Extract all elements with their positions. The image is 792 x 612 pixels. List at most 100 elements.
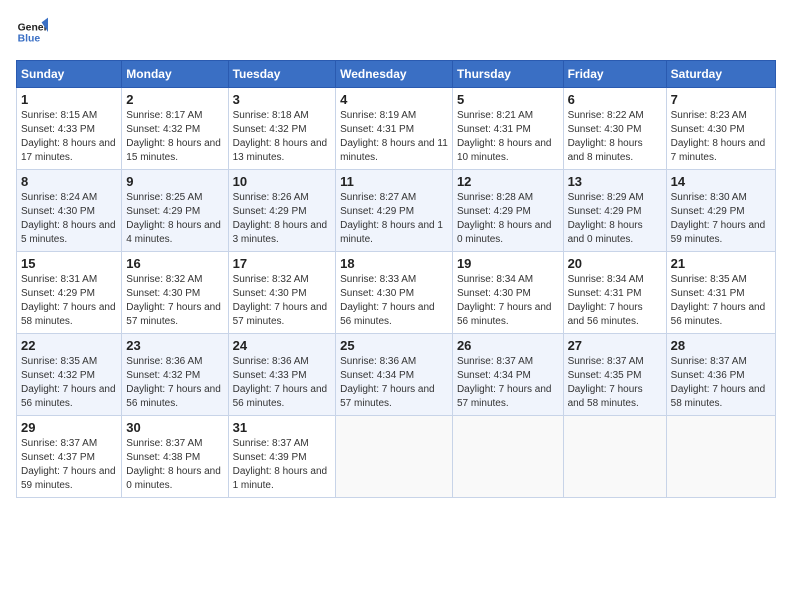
day-number: 1 xyxy=(21,92,117,107)
sunset-label: Sunset: 4:29 PM xyxy=(457,206,531,217)
day-number: 4 xyxy=(340,92,448,107)
day-info: Sunrise: 8:22 AM Sunset: 4:30 PM Dayligh… xyxy=(568,109,662,165)
calendar-cell: 28 Sunrise: 8:37 AM Sunset: 4:36 PM Dayl… xyxy=(666,334,775,416)
calendar-header: SundayMondayTuesdayWednesdayThursdayFrid… xyxy=(17,61,776,88)
calendar-body: 1 Sunrise: 8:15 AM Sunset: 4:33 PM Dayli… xyxy=(17,88,776,498)
day-number: 10 xyxy=(233,174,332,189)
day-info: Sunrise: 8:32 AM Sunset: 4:30 PM Dayligh… xyxy=(126,273,223,329)
calendar-cell: 19 Sunrise: 8:34 AM Sunset: 4:30 PM Dayl… xyxy=(452,252,563,334)
sunset-label: Sunset: 4:29 PM xyxy=(340,206,414,217)
sunset-label: Sunset: 4:37 PM xyxy=(21,452,95,463)
day-info: Sunrise: 8:27 AM Sunset: 4:29 PM Dayligh… xyxy=(340,191,448,247)
daylight-label: Daylight: 7 hours and 59 minutes. xyxy=(671,220,766,245)
sunset-label: Sunset: 4:31 PM xyxy=(568,288,642,299)
daylight-label: Daylight: 8 hours and 7 minutes. xyxy=(671,138,766,163)
sunrise-label: Sunrise: 8:29 AM xyxy=(568,192,644,203)
day-number: 15 xyxy=(21,256,117,271)
sunrise-label: Sunrise: 8:25 AM xyxy=(126,192,202,203)
sunrise-label: Sunrise: 8:32 AM xyxy=(126,274,202,285)
header-wednesday: Wednesday xyxy=(336,61,453,88)
sunset-label: Sunset: 4:29 PM xyxy=(233,206,307,217)
daylight-label: Daylight: 8 hours and 15 minutes. xyxy=(126,138,221,163)
sunrise-label: Sunrise: 8:37 AM xyxy=(568,356,644,367)
sunset-label: Sunset: 4:33 PM xyxy=(21,124,95,135)
day-number: 14 xyxy=(671,174,771,189)
calendar-cell: 4 Sunrise: 8:19 AM Sunset: 4:31 PM Dayli… xyxy=(336,88,453,170)
day-number: 17 xyxy=(233,256,332,271)
daylight-label: Daylight: 7 hours and 56 minutes. xyxy=(126,384,221,409)
sunset-label: Sunset: 4:30 PM xyxy=(126,288,200,299)
sunrise-label: Sunrise: 8:37 AM xyxy=(233,438,309,449)
sunrise-label: Sunrise: 8:32 AM xyxy=(233,274,309,285)
daylight-label: Daylight: 8 hours and 5 minutes. xyxy=(21,220,116,245)
daylight-label: Daylight: 7 hours and 57 minutes. xyxy=(457,384,552,409)
day-info: Sunrise: 8:36 AM Sunset: 4:33 PM Dayligh… xyxy=(233,355,332,411)
sunrise-label: Sunrise: 8:28 AM xyxy=(457,192,533,203)
calendar-week-5: 29 Sunrise: 8:37 AM Sunset: 4:37 PM Dayl… xyxy=(17,416,776,498)
calendar-cell: 29 Sunrise: 8:37 AM Sunset: 4:37 PM Dayl… xyxy=(17,416,122,498)
day-info: Sunrise: 8:34 AM Sunset: 4:30 PM Dayligh… xyxy=(457,273,559,329)
calendar-table: SundayMondayTuesdayWednesdayThursdayFrid… xyxy=(16,60,776,498)
sunset-label: Sunset: 4:35 PM xyxy=(568,370,642,381)
sunrise-label: Sunrise: 8:27 AM xyxy=(340,192,416,203)
daylight-label: Daylight: 8 hours and 0 minutes. xyxy=(457,220,552,245)
day-number: 16 xyxy=(126,256,223,271)
header-row: SundayMondayTuesdayWednesdayThursdayFrid… xyxy=(17,61,776,88)
calendar-cell: 8 Sunrise: 8:24 AM Sunset: 4:30 PM Dayli… xyxy=(17,170,122,252)
day-number: 2 xyxy=(126,92,223,107)
daylight-label: Daylight: 8 hours and 3 minutes. xyxy=(233,220,328,245)
daylight-label: Daylight: 7 hours and 56 minutes. xyxy=(671,302,766,327)
calendar-cell: 26 Sunrise: 8:37 AM Sunset: 4:34 PM Dayl… xyxy=(452,334,563,416)
day-info: Sunrise: 8:35 AM Sunset: 4:31 PM Dayligh… xyxy=(671,273,771,329)
daylight-label: Daylight: 7 hours and 56 minutes. xyxy=(568,302,643,327)
logo: General Blue xyxy=(16,16,48,48)
sunrise-label: Sunrise: 8:21 AM xyxy=(457,110,533,121)
calendar-cell xyxy=(336,416,453,498)
calendar-cell xyxy=(563,416,666,498)
sunset-label: Sunset: 4:30 PM xyxy=(340,288,414,299)
calendar-cell: 1 Sunrise: 8:15 AM Sunset: 4:33 PM Dayli… xyxy=(17,88,122,170)
calendar-cell: 14 Sunrise: 8:30 AM Sunset: 4:29 PM Dayl… xyxy=(666,170,775,252)
sunset-label: Sunset: 4:29 PM xyxy=(126,206,200,217)
sunset-label: Sunset: 4:30 PM xyxy=(568,124,642,135)
sunset-label: Sunset: 4:30 PM xyxy=(233,288,307,299)
sunset-label: Sunset: 4:29 PM xyxy=(21,288,95,299)
sunrise-label: Sunrise: 8:36 AM xyxy=(233,356,309,367)
day-number: 25 xyxy=(340,338,448,353)
day-info: Sunrise: 8:30 AM Sunset: 4:29 PM Dayligh… xyxy=(671,191,771,247)
daylight-label: Daylight: 8 hours and 11 minutes. xyxy=(340,138,448,163)
day-number: 29 xyxy=(21,420,117,435)
sunset-label: Sunset: 4:38 PM xyxy=(126,452,200,463)
sunset-label: Sunset: 4:32 PM xyxy=(126,370,200,381)
calendar-cell: 25 Sunrise: 8:36 AM Sunset: 4:34 PM Dayl… xyxy=(336,334,453,416)
calendar-cell: 3 Sunrise: 8:18 AM Sunset: 4:32 PM Dayli… xyxy=(228,88,336,170)
calendar-cell: 5 Sunrise: 8:21 AM Sunset: 4:31 PM Dayli… xyxy=(452,88,563,170)
daylight-label: Daylight: 7 hours and 56 minutes. xyxy=(21,384,116,409)
calendar-cell: 12 Sunrise: 8:28 AM Sunset: 4:29 PM Dayl… xyxy=(452,170,563,252)
sunset-label: Sunset: 4:30 PM xyxy=(671,124,745,135)
header-thursday: Thursday xyxy=(452,61,563,88)
daylight-label: Daylight: 7 hours and 57 minutes. xyxy=(126,302,221,327)
daylight-label: Daylight: 8 hours and 4 minutes. xyxy=(126,220,221,245)
day-info: Sunrise: 8:36 AM Sunset: 4:32 PM Dayligh… xyxy=(126,355,223,411)
sunrise-label: Sunrise: 8:37 AM xyxy=(457,356,533,367)
sunset-label: Sunset: 4:34 PM xyxy=(340,370,414,381)
calendar-cell: 31 Sunrise: 8:37 AM Sunset: 4:39 PM Dayl… xyxy=(228,416,336,498)
header-tuesday: Tuesday xyxy=(228,61,336,88)
daylight-label: Daylight: 7 hours and 57 minutes. xyxy=(340,384,435,409)
day-info: Sunrise: 8:36 AM Sunset: 4:34 PM Dayligh… xyxy=(340,355,448,411)
daylight-label: Daylight: 8 hours and 0 minutes. xyxy=(568,220,643,245)
calendar-week-3: 15 Sunrise: 8:31 AM Sunset: 4:29 PM Dayl… xyxy=(17,252,776,334)
daylight-label: Daylight: 8 hours and 1 minute. xyxy=(340,220,443,245)
calendar-cell: 6 Sunrise: 8:22 AM Sunset: 4:30 PM Dayli… xyxy=(563,88,666,170)
day-number: 26 xyxy=(457,338,559,353)
calendar-week-1: 1 Sunrise: 8:15 AM Sunset: 4:33 PM Dayli… xyxy=(17,88,776,170)
calendar-cell: 23 Sunrise: 8:36 AM Sunset: 4:32 PM Dayl… xyxy=(122,334,228,416)
sunrise-label: Sunrise: 8:18 AM xyxy=(233,110,309,121)
sunset-label: Sunset: 4:32 PM xyxy=(233,124,307,135)
day-info: Sunrise: 8:26 AM Sunset: 4:29 PM Dayligh… xyxy=(233,191,332,247)
sunrise-label: Sunrise: 8:30 AM xyxy=(671,192,747,203)
sunset-label: Sunset: 4:30 PM xyxy=(457,288,531,299)
sunrise-label: Sunrise: 8:26 AM xyxy=(233,192,309,203)
daylight-label: Daylight: 8 hours and 13 minutes. xyxy=(233,138,328,163)
